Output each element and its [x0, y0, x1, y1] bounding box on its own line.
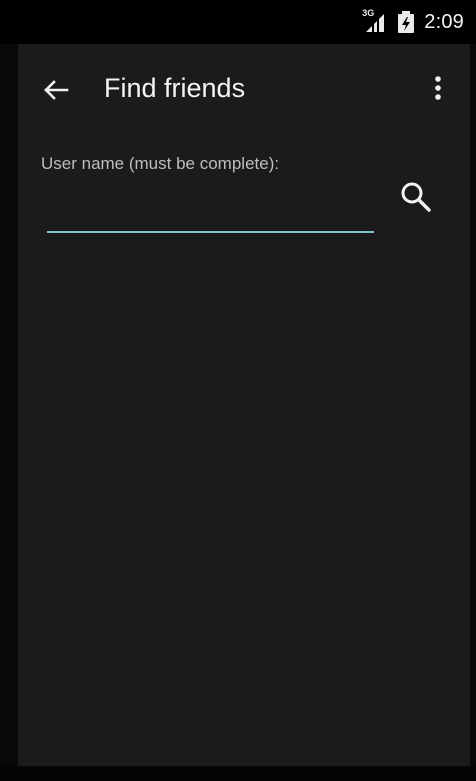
screen-bezel-right — [470, 44, 476, 781]
status-bar: 3G 2:09 — [0, 0, 476, 44]
screen-bezel-left — [0, 44, 18, 781]
battery-icon — [398, 11, 415, 33]
search-icon — [401, 182, 431, 212]
page-title: Find friends — [104, 73, 246, 103]
app-bar: Find friends — [18, 44, 470, 132]
status-time: 2:09 — [424, 10, 464, 33]
username-input-container — [47, 196, 374, 233]
signal-icon: 3G — [362, 8, 388, 34]
status-icons: 3G 2:09 — [362, 8, 464, 36]
input-underline — [47, 231, 374, 233]
app-screen: Find friends User name (must be complete… — [18, 44, 470, 766]
overflow-menu-button[interactable] — [420, 66, 456, 110]
username-input[interactable] — [47, 196, 374, 230]
screen-bezel-bottom — [0, 766, 476, 781]
search-button[interactable] — [392, 173, 440, 221]
network-badge: 3G — [362, 8, 375, 18]
username-label: User name (must be complete): — [41, 154, 280, 173]
overflow-menu-icon — [435, 76, 441, 100]
arrow-back-icon — [44, 80, 69, 100]
device-frame: 3G 2:09 Find friends User name (must be … — [0, 0, 476, 781]
back-button[interactable] — [34, 68, 78, 112]
